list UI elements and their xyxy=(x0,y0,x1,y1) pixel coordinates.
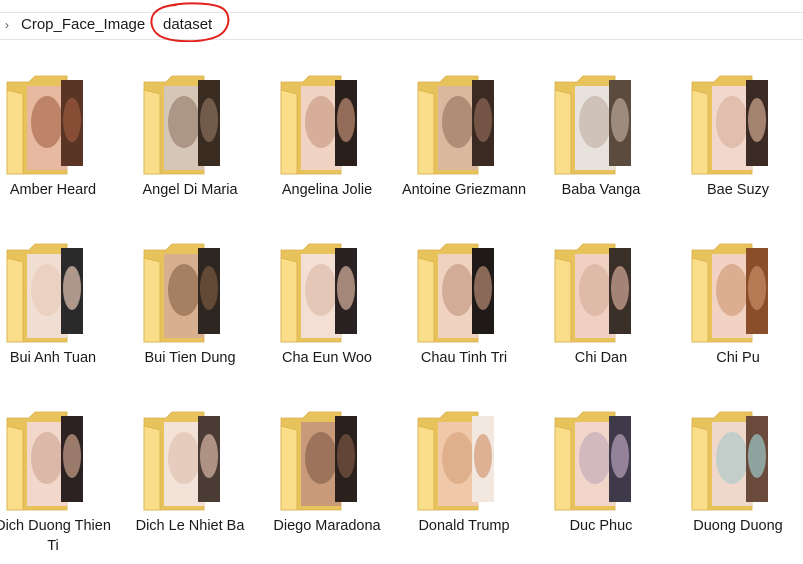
folder-item[interactable]: Bui Tien Dung xyxy=(125,238,255,393)
folder-item[interactable]: Cha Eun Woo xyxy=(262,238,392,393)
folder-label: Bui Anh Tuan xyxy=(9,350,97,366)
folder-icon xyxy=(551,406,651,516)
folder-label: Angelina Jolie xyxy=(281,182,373,198)
folder-icon xyxy=(277,406,377,516)
folder-icon xyxy=(414,238,514,348)
folder-label: Dich Duong Thien Ti xyxy=(0,518,111,554)
folder-icon xyxy=(277,238,377,348)
folder-label: Chau Tinh Tri xyxy=(420,350,508,366)
folder-item[interactable]: Bui Anh Tuan xyxy=(0,238,118,393)
folder-icon xyxy=(688,70,788,180)
folder-item[interactable]: Amber Heard xyxy=(0,70,118,225)
folder-label: Donald Trump xyxy=(418,518,510,534)
folder-label: Bae Suzy xyxy=(706,182,770,198)
folder-item[interactable]: Chau Tinh Tri xyxy=(399,238,529,393)
folder-label: Antoine Griezmann xyxy=(401,182,527,198)
folder-label: Angel Di Maria xyxy=(142,182,238,198)
folder-item[interactable]: Angel Di Maria xyxy=(125,70,255,225)
folder-item[interactable]: Dich Duong Thien Ti xyxy=(0,406,118,561)
folder-item[interactable]: Angelina Jolie xyxy=(262,70,392,225)
folder-icon xyxy=(140,406,240,516)
folder-label: Dich Le Nhiet Ba xyxy=(135,518,245,534)
folder-label: Chi Dan xyxy=(574,350,628,366)
folder-label: Duong Duong xyxy=(693,518,783,534)
folder-label: Amber Heard xyxy=(9,182,97,198)
folder-icon xyxy=(3,70,103,180)
folder-item[interactable]: Bae Suzy xyxy=(673,70,803,225)
folder-label: Chi Pu xyxy=(716,350,760,366)
folder-icon xyxy=(3,406,103,516)
folder-item[interactable]: Diego Maradona xyxy=(262,406,392,561)
folder-label: Duc Phuc xyxy=(569,518,633,534)
folder-item[interactable]: Chi Dan xyxy=(536,238,666,393)
folder-icon xyxy=(414,406,514,516)
folder-label: Cha Eun Woo xyxy=(281,350,372,366)
folder-icon xyxy=(688,406,788,516)
folder-icon xyxy=(277,70,377,180)
folder-item[interactable]: Baba Vanga xyxy=(536,70,666,225)
folder-icon xyxy=(551,238,651,348)
folder-icon xyxy=(140,70,240,180)
folder-item[interactable]: Chi Pu xyxy=(673,238,803,393)
folder-grid: Amber Heard Angel Di Maria Angelina Jolie A… xyxy=(0,0,803,564)
folder-item[interactable]: Duc Phuc xyxy=(536,406,666,561)
folder-icon xyxy=(688,238,788,348)
folder-icon xyxy=(551,70,651,180)
folder-item[interactable]: Duong Duong xyxy=(673,406,803,561)
folder-item[interactable]: Donald Trump xyxy=(399,406,529,561)
folder-icon xyxy=(414,70,514,180)
folder-item[interactable]: Antoine Griezmann xyxy=(399,70,529,225)
folder-label: Diego Maradona xyxy=(273,518,381,534)
folder-label: Baba Vanga xyxy=(561,182,641,198)
folder-label: Bui Tien Dung xyxy=(144,350,236,366)
folder-icon xyxy=(3,238,103,348)
folder-icon xyxy=(140,238,240,348)
folder-item[interactable]: Dich Le Nhiet Ba xyxy=(125,406,255,561)
